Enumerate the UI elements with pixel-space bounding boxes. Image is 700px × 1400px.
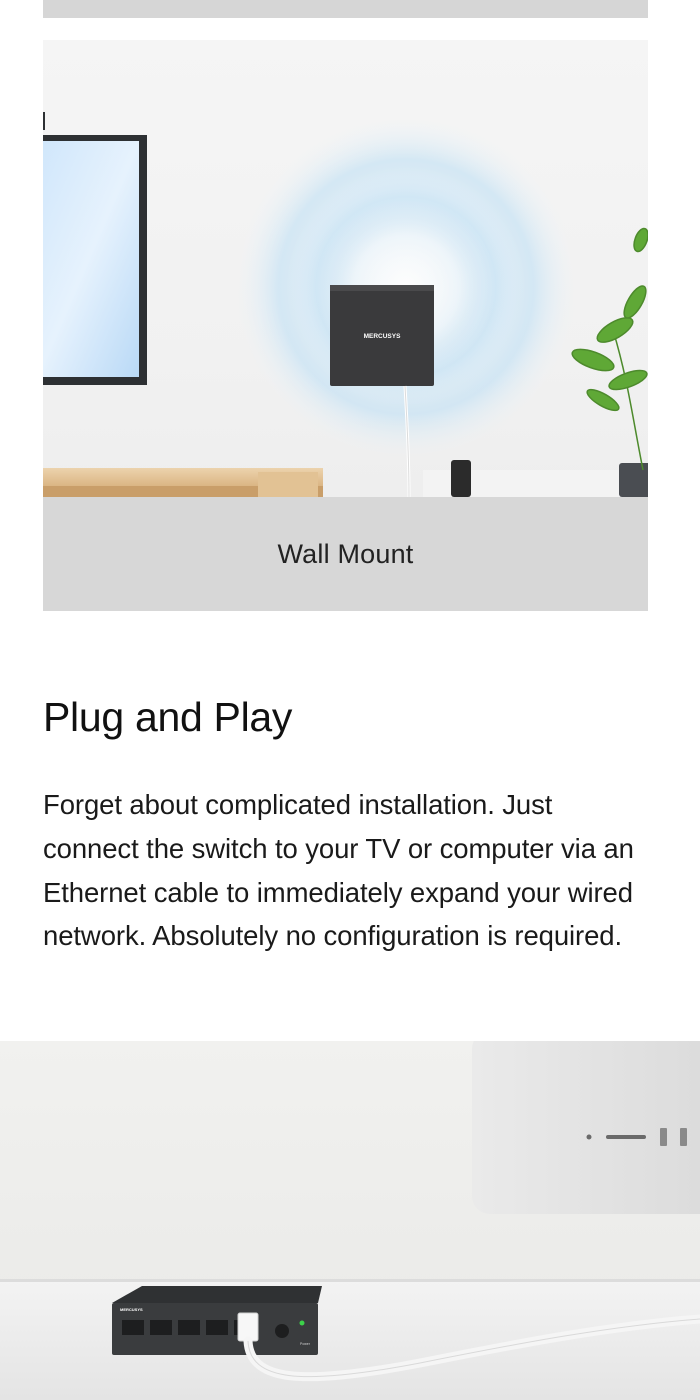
wall-mount-caption: Wall Mount bbox=[277, 538, 414, 569]
ethernet-switch: MERCUSYS Power bbox=[112, 1286, 322, 1355]
wall-mount-caption-band: Wall Mount bbox=[43, 497, 648, 611]
section-description: Forget about complicated installation. J… bbox=[43, 789, 634, 952]
svg-text:MERCUSYS: MERCUSYS bbox=[120, 1307, 143, 1312]
wall-mount-card: MERCUSYS Wall Mount bbox=[43, 40, 648, 611]
svg-text:Power: Power bbox=[300, 1342, 311, 1346]
section-title: Plug and Play bbox=[43, 694, 293, 740]
svg-text:MERCUSYS: MERCUSYS bbox=[364, 333, 402, 340]
plug-and-play-photo: MERCUSYS Power bbox=[0, 1041, 700, 1400]
wall-mount-photo: MERCUSYS bbox=[43, 40, 648, 497]
computer-back bbox=[472, 1041, 700, 1214]
previous-card-bottom-strip bbox=[43, 0, 648, 18]
